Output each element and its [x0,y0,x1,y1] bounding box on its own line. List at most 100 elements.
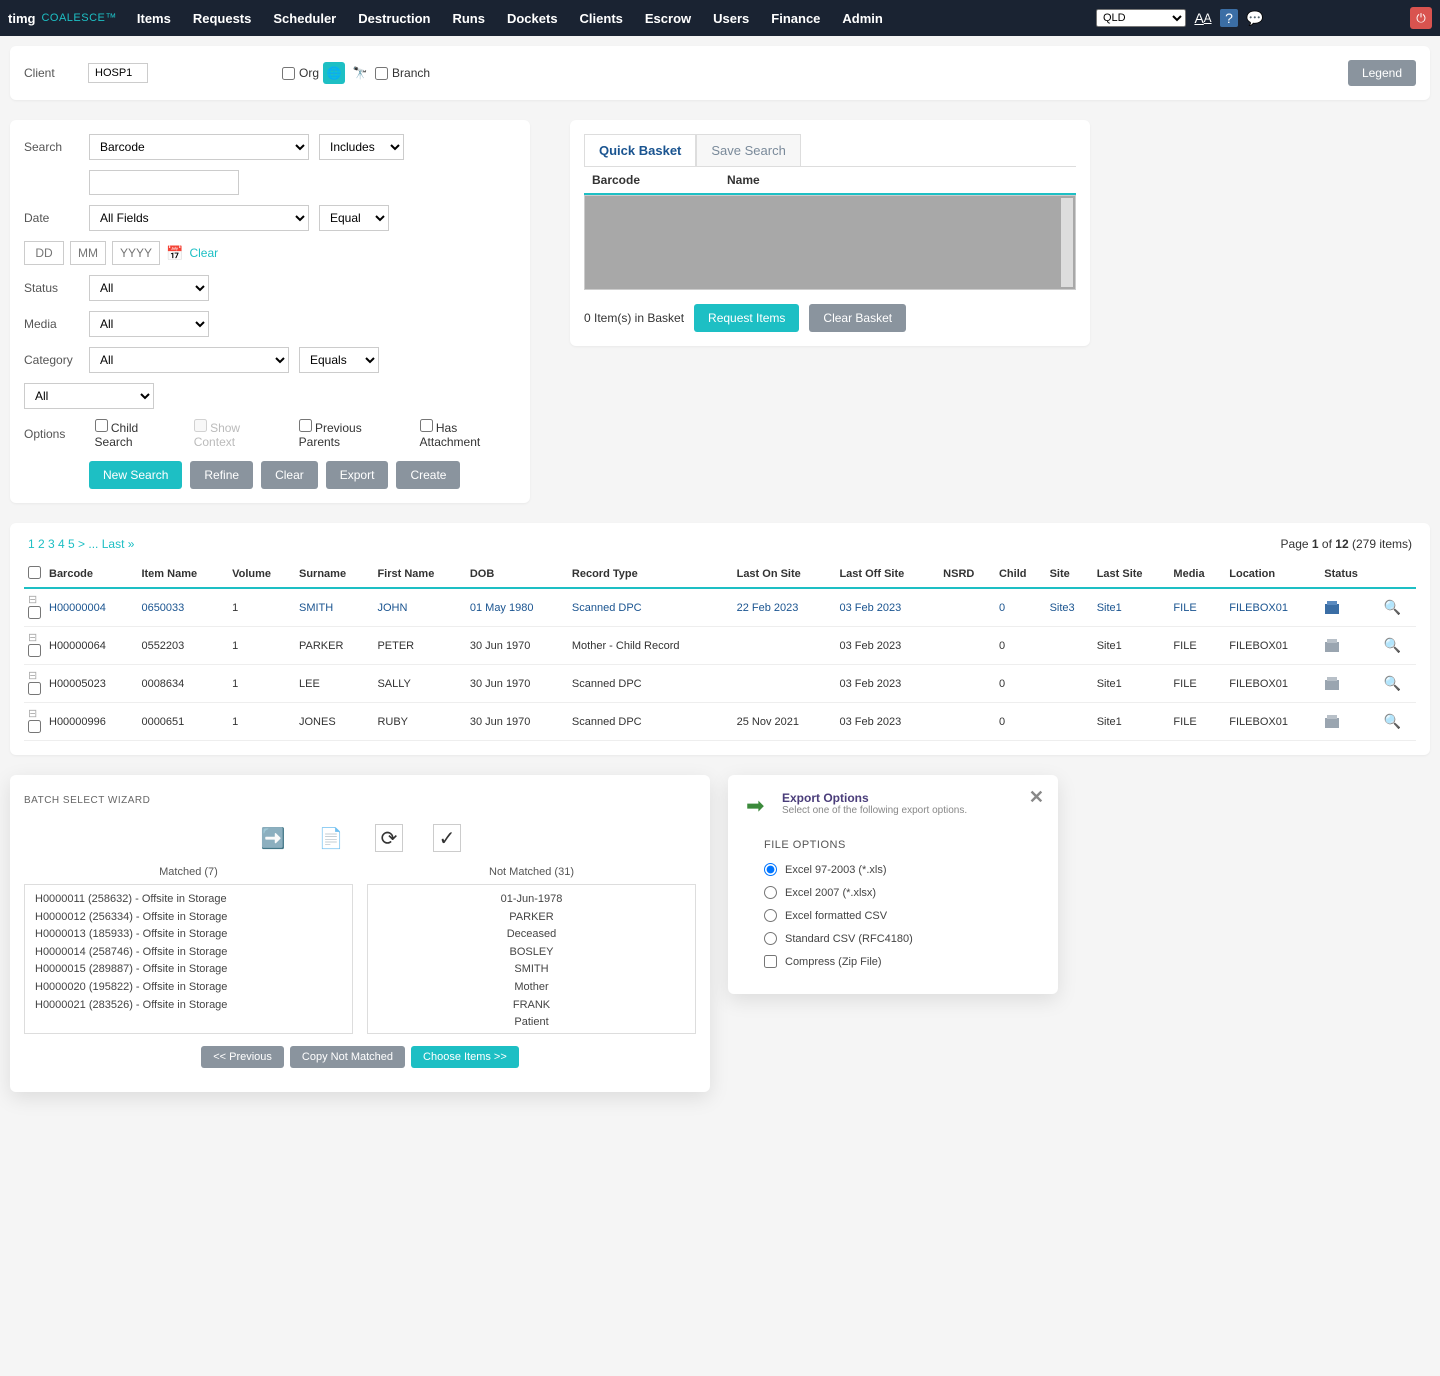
col-header[interactable]: NSRD [939,561,995,588]
cell-barcode[interactable]: H00005023 [45,665,137,703]
col-header[interactable]: Volume [228,561,295,588]
search-op-select[interactable]: Includes [319,134,404,160]
wizard-doc-icon[interactable]: 📄 [317,824,345,852]
category2-select[interactable]: All [24,383,154,409]
row-detail-icon[interactable]: 🔍 [1380,703,1416,741]
nav-scheduler[interactable]: Scheduler [273,11,336,26]
chat-icon[interactable]: 💬 [1246,9,1264,27]
wizard-prev-button[interactable]: << Previous [201,1046,284,1068]
list-item[interactable]: H0000021 (283526) - Offsite in Storage [35,997,342,1015]
nav-dockets[interactable]: Dockets [507,11,558,26]
date-clear-link[interactable]: Clear [189,246,218,260]
not-matched-list[interactable]: 01-Jun-1978PARKERDeceasedBOSLEYSMITHMoth… [367,884,696,1034]
tab-quick-basket[interactable]: Quick Basket [584,134,696,166]
nav-users[interactable]: Users [713,11,749,26]
clear-basket-button[interactable]: Clear Basket [809,304,906,332]
region-select[interactable]: QLD [1096,9,1186,27]
export-compress-checkbox[interactable] [764,955,777,968]
row-detail-icon[interactable]: 🔍 [1380,627,1416,665]
list-item[interactable]: H0000012 (256334) - Offsite in Storage [35,909,342,927]
col-header[interactable]: First Name [373,561,465,588]
list-item[interactable]: Patient [378,1014,685,1032]
nav-destruction[interactable]: Destruction [358,11,430,26]
date-mm[interactable] [70,241,106,265]
col-header[interactable]: Barcode [45,561,137,588]
search-field-select[interactable]: Barcode [89,134,309,160]
font-size-icon[interactable]: AA [1194,9,1212,27]
nav-clients[interactable]: Clients [580,11,623,26]
cell-barcode[interactable]: H00000996 [45,703,137,741]
col-header[interactable]: Item Name [137,561,228,588]
org-checkbox[interactable] [282,67,295,80]
request-items-button[interactable]: Request Items [694,304,799,332]
calendar-icon[interactable]: 📅 [166,245,183,262]
export-stdcsv-radio[interactable] [764,932,777,945]
category-op-select[interactable]: Equals [299,347,379,373]
globe-icon[interactable]: 🌐 [323,62,345,84]
list-item[interactable]: PARKER [378,909,685,927]
list-item[interactable]: H0000011 (258632) - Offsite in Storage [35,891,342,909]
date-yyyy[interactable] [112,241,160,265]
wizard-copy-button[interactable]: Copy Not Matched [290,1046,405,1068]
col-header[interactable]: Last Site [1093,561,1170,588]
row-checkbox[interactable] [28,682,41,695]
refine-button[interactable]: Refine [190,461,253,489]
row-detail-icon[interactable]: 🔍 [1380,588,1416,627]
list-item[interactable]: H0000020 (195822) - Offsite in Storage [35,979,342,997]
new-search-button[interactable]: New Search [89,461,182,489]
col-header[interactable]: Site [1046,561,1093,588]
help-icon[interactable]: ? [1220,9,1238,27]
nav-finance[interactable]: Finance [771,11,820,26]
media-select[interactable]: All [89,311,209,337]
col-header[interactable]: Media [1169,561,1225,588]
nav-escrow[interactable]: Escrow [645,11,691,26]
list-item[interactable]: SMITH [378,961,685,979]
date-dd[interactable] [24,241,64,265]
col-header[interactable]: Record Type [568,561,733,588]
row-checkbox[interactable] [28,606,41,619]
export-xlsx-radio[interactable] [764,886,777,899]
export-close-icon[interactable]: ✕ [1029,787,1044,808]
nav-runs[interactable]: Runs [452,11,485,26]
list-item[interactable]: BOSLEY [378,944,685,962]
col-header[interactable]: Last Off Site [835,561,939,588]
nav-requests[interactable]: Requests [193,11,252,26]
col-header[interactable]: DOB [466,561,568,588]
col-header[interactable]: Status [1320,561,1379,588]
list-item[interactable]: H0000014 (258746) - Offsite in Storage [35,944,342,962]
cell-barcode[interactable]: H00000004 [45,588,137,627]
list-item[interactable]: H0000013 (185933) - Offsite in Storage [35,926,342,944]
cell-barcode[interactable]: H00000064 [45,627,137,665]
nav-admin[interactable]: Admin [842,11,882,26]
binoculars-icon[interactable]: 🔭 [349,62,371,84]
clear-button[interactable]: Clear [261,461,318,489]
export-csv-radio[interactable] [764,909,777,922]
prev-parents-checkbox[interactable] [299,419,312,432]
power-icon[interactable]: ⏻ [1410,7,1432,29]
tab-save-search[interactable]: Save Search [696,134,800,166]
status-select[interactable]: All [89,275,209,301]
branch-checkbox[interactable] [375,67,388,80]
search-input[interactable] [89,170,239,195]
export-xls-radio[interactable] [764,863,777,876]
row-detail-icon[interactable]: 🔍 [1380,665,1416,703]
wizard-choose-button[interactable]: Choose Items >> [411,1046,519,1068]
col-header[interactable]: Location [1225,561,1320,588]
col-header[interactable]: Last On Site [733,561,836,588]
client-input[interactable] [88,63,148,83]
date-field-select[interactable]: All Fields [89,205,309,231]
wizard-grid-check-icon[interactable]: ✓ [433,824,461,852]
col-header[interactable]: Surname [295,561,373,588]
list-item[interactable]: 01-Jun-1978 [378,891,685,909]
select-all-checkbox[interactable] [28,566,41,579]
list-item[interactable]: Mother [378,979,685,997]
legend-button[interactable]: Legend [1348,60,1416,86]
category-select[interactable]: All [89,347,289,373]
list-item[interactable]: JORDON [378,1032,685,1034]
nav-items[interactable]: Items [137,11,171,26]
child-search-checkbox[interactable] [95,419,108,432]
row-checkbox[interactable] [28,644,41,657]
wizard-export-icon[interactable]: ➡️ [259,824,287,852]
export-button[interactable]: Export [326,461,389,489]
row-checkbox[interactable] [28,720,41,733]
